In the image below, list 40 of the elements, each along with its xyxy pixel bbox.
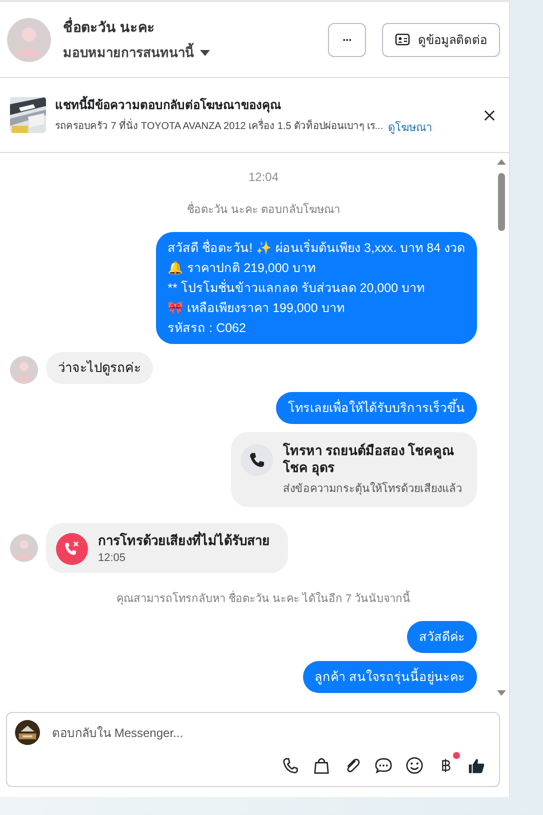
notification-dot [453,752,460,759]
chat-button[interactable] [374,755,394,775]
scroll-up-icon[interactable] [496,159,506,165]
smile-button[interactable] [405,755,425,775]
reply-composer[interactable]: ตอบกลับใน Messenger... [6,712,500,787]
bag-button[interactable] [312,755,332,775]
call-title: การโทรด้วยเสียงที่ไม่ได้รับสาย [98,532,270,549]
caret-icon [200,50,210,56]
phone-icon [281,756,300,774]
assign-dropdown[interactable]: มอบหมายการสนทนานี้ [63,42,210,63]
phone-icon [241,444,273,476]
chat-bubble-icon [374,756,393,774]
ad-description: รถครอบครัว 7 ที่นั่ง TOYOTA AVANZA 2012 เครื่อง 1.5 ตัวท็อปผ่อนเบาๆ เร... [55,118,384,134]
shopping-bag-icon [312,756,331,774]
timestamp: 12:04 [248,170,279,184]
avatar [10,534,38,562]
reply-input[interactable]: ตอบกลับใน Messenger... [50,724,487,740]
phone-button[interactable] [281,755,301,775]
outgoing-message: โทรเลยเพื่อให้ได้รับบริการเร็วขึ้น [276,392,477,424]
emoji-icon [405,756,424,774]
scroll-down-icon[interactable] [496,690,506,696]
ad-title: แชทนี้มีข้อความตอบกลับต่อโฆษณาของคุณ [55,94,282,114]
avatar [10,356,38,384]
system-note: ชื่อตะวัน นะคะ ตอบกลับโฆษณา [186,200,340,218]
incoming-message: ว่าจะไปดูรถค่ะ [46,352,153,384]
view-ad-link[interactable]: ดูโฆษณา [388,118,432,136]
close-icon [484,110,495,120]
outgoing-message: สวัสดีค่ะ [407,621,477,653]
system-note: คุณสามารถโทรกลับหา ชื่อตะวัน นะคะ ได้ในอีก 7 วันนับจากนี้ [116,589,411,607]
outgoing-message: ลูกค้า สนใจรถรุ่นนี้อยู่นะคะ [302,661,477,693]
call-title: โทรหา รถยนต์มือสอง โชคคูณ โชค อุดร [283,442,456,476]
contact-card-icon [395,33,410,46]
missed-call-icon [56,533,88,565]
avatar [7,18,51,62]
more-button[interactable]: ··· [328,22,366,56]
call-subtitle: ส่งข้อความกระตุ้นให้โทรด้วยเสียงแล้ว [283,481,463,497]
contact-name: ชื่อตะวัน นะคะ [63,16,156,37]
contact-info-button[interactable]: ดูข้อมูลติดต่อ [382,22,500,56]
call-time: 12:05 [98,552,127,564]
outgoing-message: สวัสดี ชื่อตะวัน! ✨ ผ่อนเริ่มต้นเพียง 3,xxx. บาท 84 งวด 🔔 ราคาปกติ 219,000 บาท ** โปรโมชั่นข้าวแลกลด รับส่วนลด 20,000 บาท 🎀 เหลือเพียงราคา 199,000 บาท รหัสรถ : C062 [156,232,477,344]
